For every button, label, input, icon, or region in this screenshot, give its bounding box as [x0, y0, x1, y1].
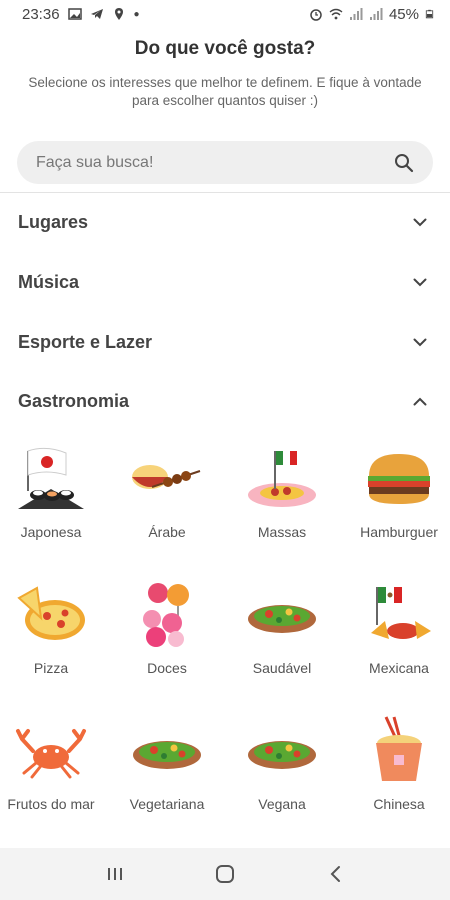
- category-japonesa[interactable]: Japonesa: [0, 438, 107, 540]
- category-label: Saudável: [252, 660, 312, 676]
- nachos-mexico-flag-icon: [359, 574, 439, 654]
- system-nav-bar: [0, 848, 450, 900]
- pasta-italy-flag-icon: [242, 438, 322, 518]
- chevron-down-icon[interactable]: [412, 274, 428, 290]
- signal-icon: [349, 8, 363, 20]
- crab-icon: [11, 710, 91, 790]
- category-chinesa[interactable]: Chinesa: [343, 710, 450, 812]
- gallery-icon: [67, 8, 82, 20]
- section-lugares[interactable]: Lugares: [0, 197, 450, 247]
- category-label: Hamburguer: [360, 524, 438, 540]
- search-bar[interactable]: [17, 141, 433, 184]
- search-input[interactable]: [36, 153, 393, 172]
- category-label: Vegana: [258, 796, 306, 812]
- category-mexicana[interactable]: Mexicana: [343, 574, 450, 676]
- battery-percentage: 45%: [388, 5, 419, 23]
- sushi-japan-flag-icon: [11, 438, 91, 518]
- location-icon: [114, 8, 123, 20]
- category-label: Frutos do mar: [7, 796, 95, 812]
- category-saudavel[interactable]: Saudável: [226, 574, 338, 676]
- notification-dot-icon: ●: [133, 8, 140, 20]
- kebab-rice-icon: [127, 438, 207, 518]
- page-subtitle: Selecione os interesses que melhor te de…: [28, 75, 422, 108]
- recent-apps-icon[interactable]: [95, 854, 135, 894]
- vegetable-salad-icon: [127, 710, 207, 790]
- section-title: Gastronomia: [18, 390, 130, 411]
- signal-2-icon: [369, 8, 383, 20]
- section-musica[interactable]: Música: [0, 257, 450, 307]
- status-time: 23:36: [22, 5, 60, 23]
- chevron-down-icon[interactable]: [412, 334, 428, 350]
- category-label: Japonesa: [20, 524, 82, 540]
- page-title: Do que você gosta?: [134, 38, 316, 59]
- category-label: Pizza: [33, 660, 69, 676]
- sweets-icon: [127, 574, 207, 654]
- section-esporte-lazer[interactable]: Esporte e Lazer: [0, 317, 450, 367]
- section-title: Lugares: [18, 211, 89, 232]
- back-icon[interactable]: [315, 854, 355, 894]
- section-title: Música: [18, 271, 80, 292]
- chevron-down-icon[interactable]: [412, 214, 428, 230]
- section-title: Esporte e Lazer: [18, 331, 153, 352]
- chevron-up-icon[interactable]: [412, 393, 428, 409]
- status-bar: 23:36 ● 45%: [0, 0, 450, 28]
- category-vegetariana[interactable]: Vegetariana: [111, 710, 223, 812]
- section-gastronomia[interactable]: Gastronomia: [0, 376, 450, 426]
- category-pizza[interactable]: Pizza: [0, 574, 107, 676]
- category-massas[interactable]: Massas: [226, 438, 338, 540]
- divider: [0, 192, 450, 193]
- category-frutos-do-mar[interactable]: Frutos do mar: [0, 710, 107, 812]
- category-label: Doces: [147, 660, 187, 676]
- battery-icon: [425, 9, 434, 19]
- chinese-takeout-icon: [359, 710, 439, 790]
- header: Do que você gosta? Selecione os interess…: [0, 38, 450, 110]
- category-label: Árabe: [148, 524, 186, 540]
- alarm-icon: [310, 9, 322, 21]
- salad-icon: [242, 574, 322, 654]
- home-icon[interactable]: [205, 854, 245, 894]
- wifi-icon: [329, 8, 343, 20]
- hamburger-icon: [359, 438, 439, 518]
- category-hamburguer[interactable]: Hamburguer: [343, 438, 450, 540]
- category-label: Mexicana: [369, 660, 429, 676]
- category-label: Vegetariana: [129, 796, 205, 812]
- telegram-icon: [90, 9, 103, 19]
- category-arabe[interactable]: Árabe: [111, 438, 223, 540]
- vegan-salad-icon: [242, 710, 322, 790]
- search-icon[interactable]: [393, 152, 415, 174]
- category-label: Massas: [257, 524, 307, 540]
- category-label: Chinesa: [373, 796, 425, 812]
- category-doces[interactable]: Doces: [111, 574, 223, 676]
- pizza-icon: [11, 574, 91, 654]
- category-vegana[interactable]: Vegana: [226, 710, 338, 812]
